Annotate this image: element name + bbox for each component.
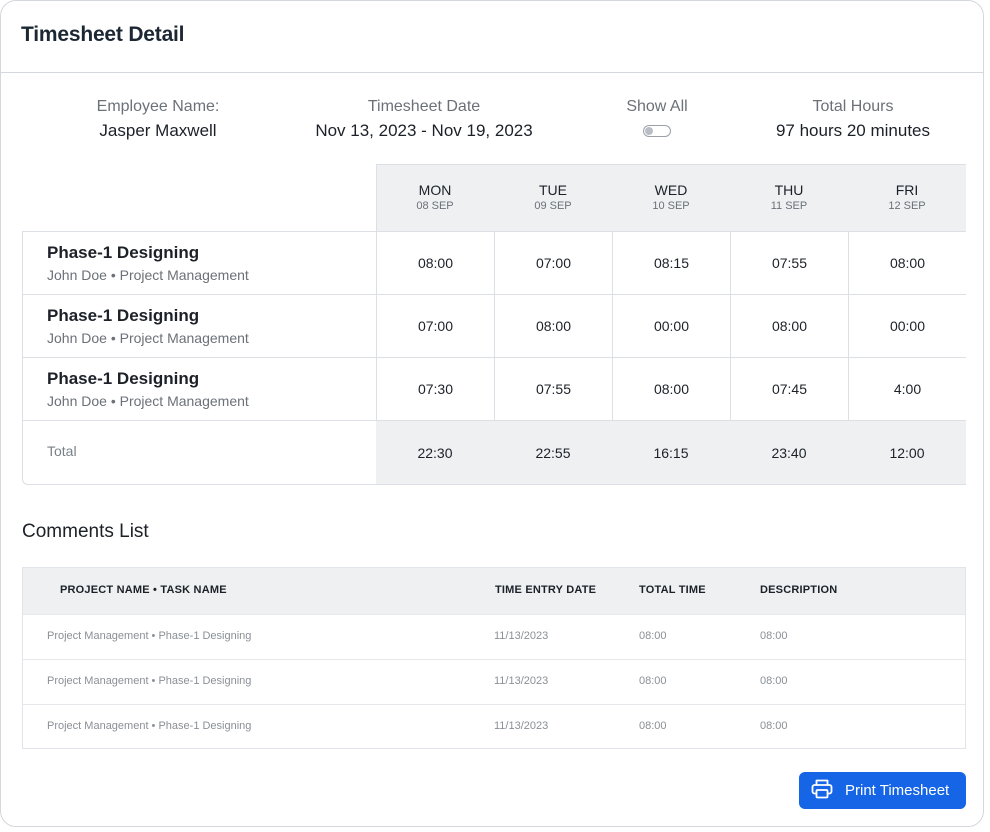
- time-cell[interactable]: 07:45: [730, 358, 848, 420]
- panel-header: Timesheet Detail: [1, 1, 983, 73]
- comment-total-time: 08:00: [639, 720, 667, 732]
- total-row: Total 22:30 22:55 16:15 23:40 12:00: [23, 421, 966, 484]
- total-cell: 22:55: [535, 444, 571, 461]
- day-date: 08 SEP: [416, 200, 454, 212]
- column-header-date: TIME ENTRY DATE: [495, 584, 597, 596]
- column-header-description: DESCRIPTION: [760, 584, 838, 596]
- total-summary: Total Hours 97 hours 20 minutes: [759, 97, 947, 144]
- task-name: Phase-1 Designing: [47, 243, 200, 262]
- comment-total-time: 08:00: [639, 675, 667, 687]
- timesheet-panel: Timesheet Detail Employee Name: Jasper M…: [0, 0, 984, 827]
- day-header-fri: FRI 12 SEP: [848, 181, 966, 213]
- time-cell[interactable]: 00:00: [612, 295, 730, 357]
- date-range: Nov 13, 2023 - Nov 19, 2023: [315, 121, 533, 140]
- toggle-knob: [645, 127, 653, 135]
- date-label: Timesheet Date: [367, 98, 481, 115]
- comments-title: Comments List: [22, 521, 149, 542]
- time-cell[interactable]: 07:55: [730, 232, 848, 294]
- day-name: FRI: [895, 182, 919, 198]
- total-cell: 12:00: [889, 444, 925, 461]
- timesheet-row: Phase-1 Designing John Doe • Project Man…: [23, 295, 966, 358]
- show-all-label: Show All: [626, 98, 688, 115]
- total-hours-label: Total Hours: [812, 98, 894, 115]
- print-button-label: Print Timesheet: [845, 782, 950, 799]
- employee-name: Jasper Maxwell: [99, 121, 217, 140]
- task-info: Phase-1 Designing John Doe • Project Man…: [47, 305, 249, 348]
- comment-row[interactable]: Project Management • Phase-1 Designing 1…: [23, 659, 965, 704]
- day-date: 10 SEP: [652, 200, 690, 212]
- printer-icon: [811, 779, 833, 802]
- comment-project-task: Project Management • Phase-1 Designing: [47, 630, 252, 642]
- task-info: Phase-1 Designing John Doe • Project Man…: [47, 368, 249, 411]
- time-cell[interactable]: 07:00: [494, 232, 612, 294]
- task-assignee: John Doe • Project Management: [47, 267, 249, 283]
- comment-project-task: Project Management • Phase-1 Designing: [47, 675, 252, 687]
- day-name: MON: [418, 182, 452, 198]
- task-assignee: John Doe • Project Management: [47, 393, 249, 409]
- column-header-project: PROJECT NAME • TASK NAME: [60, 584, 227, 596]
- timesheet-rows: Phase-1 Designing John Doe • Project Man…: [22, 231, 966, 485]
- time-cell[interactable]: 08:00: [376, 232, 494, 294]
- day-header-mon: MON 08 SEP: [376, 181, 494, 213]
- total-cell: 22:30: [417, 444, 453, 461]
- time-cell[interactable]: 07:30: [376, 358, 494, 420]
- employee-summary: Employee Name: Jasper Maxwell: [95, 97, 221, 144]
- day-header-thu: THU 11 SEP: [730, 181, 848, 213]
- task-info: Phase-1 Designing John Doe • Project Man…: [47, 242, 249, 285]
- comment-description: 08:00: [760, 630, 788, 642]
- comment-total-time: 08:00: [639, 630, 667, 642]
- total-hours-value: 97 hours 20 minutes: [775, 121, 931, 140]
- day-date: 09 SEP: [534, 200, 572, 212]
- task-assignee: John Doe • Project Management: [47, 330, 249, 346]
- total-cell: 16:15: [653, 444, 689, 461]
- day-name: WED: [654, 182, 688, 198]
- time-cell[interactable]: 4:00: [848, 358, 966, 420]
- day-header-tue: TUE 09 SEP: [494, 181, 612, 213]
- time-cell[interactable]: 08:00: [612, 358, 730, 420]
- timesheet-row: Phase-1 Designing John Doe • Project Man…: [23, 232, 966, 295]
- print-timesheet-button[interactable]: Print Timesheet: [799, 772, 966, 809]
- time-cell[interactable]: 08:00: [848, 232, 966, 294]
- show-all-summary: Show All: [617, 97, 697, 142]
- timesheet-row: Phase-1 Designing John Doe • Project Man…: [23, 358, 966, 421]
- day-name: THU: [774, 182, 804, 198]
- comments-table-header: PROJECT NAME • TASK NAME TIME ENTRY DATE…: [23, 568, 965, 614]
- task-name: Phase-1 Designing: [47, 369, 200, 388]
- comment-date: 11/13/2023: [494, 630, 549, 642]
- date-summary: Timesheet Date Nov 13, 2023 - Nov 19, 20…: [307, 97, 541, 144]
- column-header-total-time: TOTAL TIME: [639, 584, 706, 596]
- comment-row[interactable]: Project Management • Phase-1 Designing 1…: [23, 704, 965, 749]
- time-cell[interactable]: 08:00: [494, 295, 612, 357]
- day-date: 11 SEP: [770, 200, 808, 212]
- comment-row[interactable]: Project Management • Phase-1 Designing 1…: [23, 614, 965, 659]
- time-cell[interactable]: 07:55: [494, 358, 612, 420]
- show-all-toggle[interactable]: [643, 125, 671, 137]
- comment-date: 11/13/2023: [494, 675, 549, 687]
- employee-label: Employee Name:: [96, 98, 220, 115]
- task-name: Phase-1 Designing: [47, 306, 200, 325]
- comments-table: PROJECT NAME • TASK NAME TIME ENTRY DATE…: [22, 567, 966, 749]
- day-date: 12 SEP: [888, 200, 926, 212]
- comment-description: 08:00: [760, 720, 788, 732]
- total-cell: 23:40: [771, 444, 807, 461]
- comment-date: 11/13/2023: [494, 720, 549, 732]
- day-header-wed: WED 10 SEP: [612, 181, 730, 213]
- time-cell[interactable]: 00:00: [848, 295, 966, 357]
- page-title: Timesheet Detail: [21, 23, 185, 46]
- total-label: Total: [47, 443, 77, 459]
- timesheet-summary: Employee Name: Jasper Maxwell Timesheet …: [1, 97, 983, 147]
- day-name: TUE: [539, 182, 567, 198]
- time-cell[interactable]: 07:00: [376, 295, 494, 357]
- comment-description: 08:00: [760, 675, 788, 687]
- time-cell[interactable]: 08:15: [612, 232, 730, 294]
- time-cell[interactable]: 08:00: [730, 295, 848, 357]
- timesheet-grid: MON 08 SEP TUE 09 SEP WED 10 SEP THU 11 …: [22, 164, 966, 485]
- comment-project-task: Project Management • Phase-1 Designing: [47, 720, 252, 732]
